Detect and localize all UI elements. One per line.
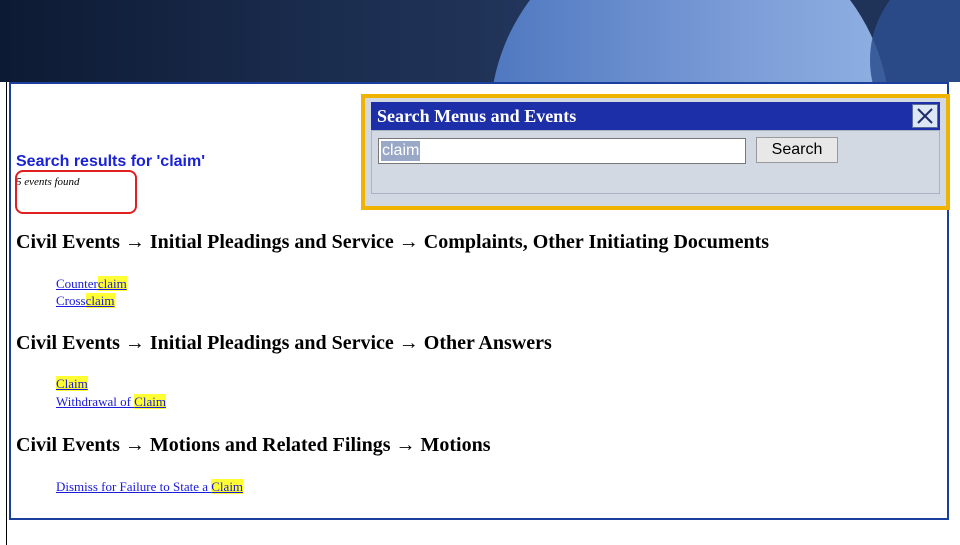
- dialog-title: Search Menus and Events: [377, 105, 577, 126]
- link-highlight: claim: [97, 276, 127, 291]
- section-heading: Civil Events → Initial Pleadings and Ser…: [16, 231, 770, 253]
- link-text: Cross: [56, 293, 86, 308]
- search-button[interactable]: Search: [756, 137, 838, 163]
- close-button[interactable]: [912, 104, 938, 128]
- section-heading: Civil Events → Motions and Related Filin…: [16, 434, 491, 456]
- event-link-counterclaim[interactable]: Counterclaim: [56, 276, 127, 292]
- search-results-page: Search results for 'claim' 5 events foun…: [9, 82, 950, 520]
- search-results-title: Search results for 'claim': [16, 153, 206, 170]
- link-text: Dismiss for Failure to State a: [56, 479, 212, 494]
- link-highlight: Claim: [134, 394, 166, 409]
- link-highlight: Claim: [211, 479, 244, 494]
- link-highlight: Claim: [56, 376, 88, 391]
- link-highlight: claim: [85, 293, 115, 308]
- link-text: Counter: [56, 276, 98, 291]
- search-menus-dialog: Search Menus and Events claim Search: [361, 94, 950, 210]
- section-heading: Civil Events → Initial Pleadings and Ser…: [16, 332, 552, 354]
- link-text: Withdrawal of: [56, 394, 135, 409]
- event-link-dismiss-failure-state-claim[interactable]: Dismiss for Failure to State a Claim: [56, 479, 244, 495]
- search-input-value: claim: [381, 141, 421, 161]
- event-link-withdrawal-of-claim[interactable]: Withdrawal of Claim: [56, 394, 166, 410]
- dialog-body: claim Search: [371, 130, 940, 194]
- search-input[interactable]: [378, 138, 746, 164]
- decorative-circle-right: [870, 0, 960, 82]
- callout-red-box: [15, 170, 137, 214]
- slide-banner: [0, 0, 960, 82]
- close-icon: [917, 108, 933, 124]
- event-link-claim[interactable]: Claim: [56, 376, 88, 392]
- event-link-crossclaim[interactable]: Crossclaim: [56, 293, 115, 309]
- decorative-circle: [490, 0, 890, 82]
- dialog-titlebar: Search Menus and Events: [371, 102, 940, 130]
- left-border-line: [6, 82, 7, 545]
